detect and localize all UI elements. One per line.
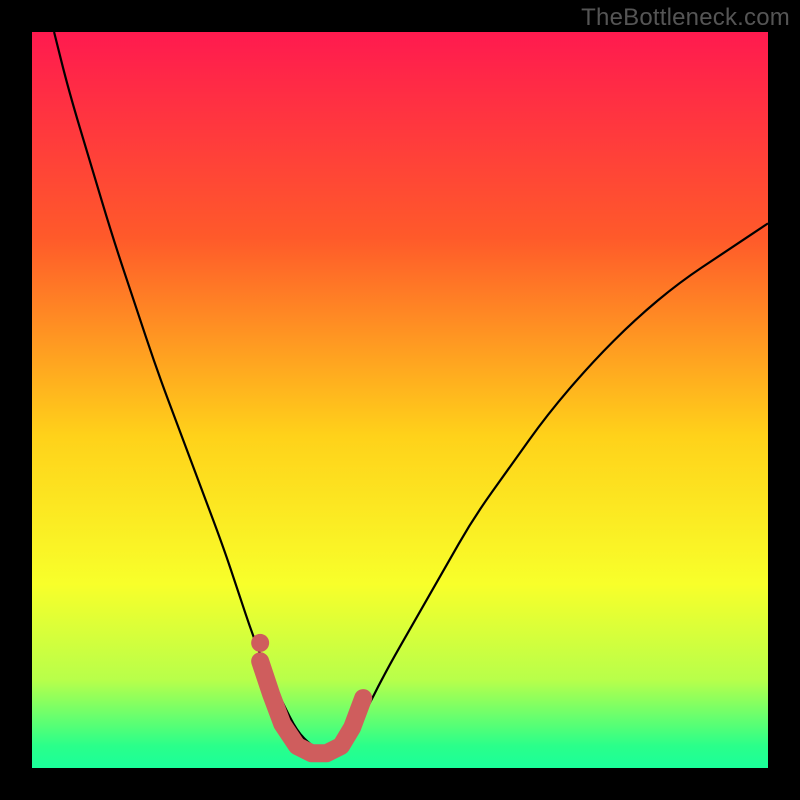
plot-background <box>32 32 768 768</box>
marker-dot <box>251 634 269 652</box>
watermark-text: TheBottleneck.com <box>581 4 790 32</box>
chart-frame: TheBottleneck.com <box>0 0 800 800</box>
bottleneck-plot <box>32 32 768 768</box>
